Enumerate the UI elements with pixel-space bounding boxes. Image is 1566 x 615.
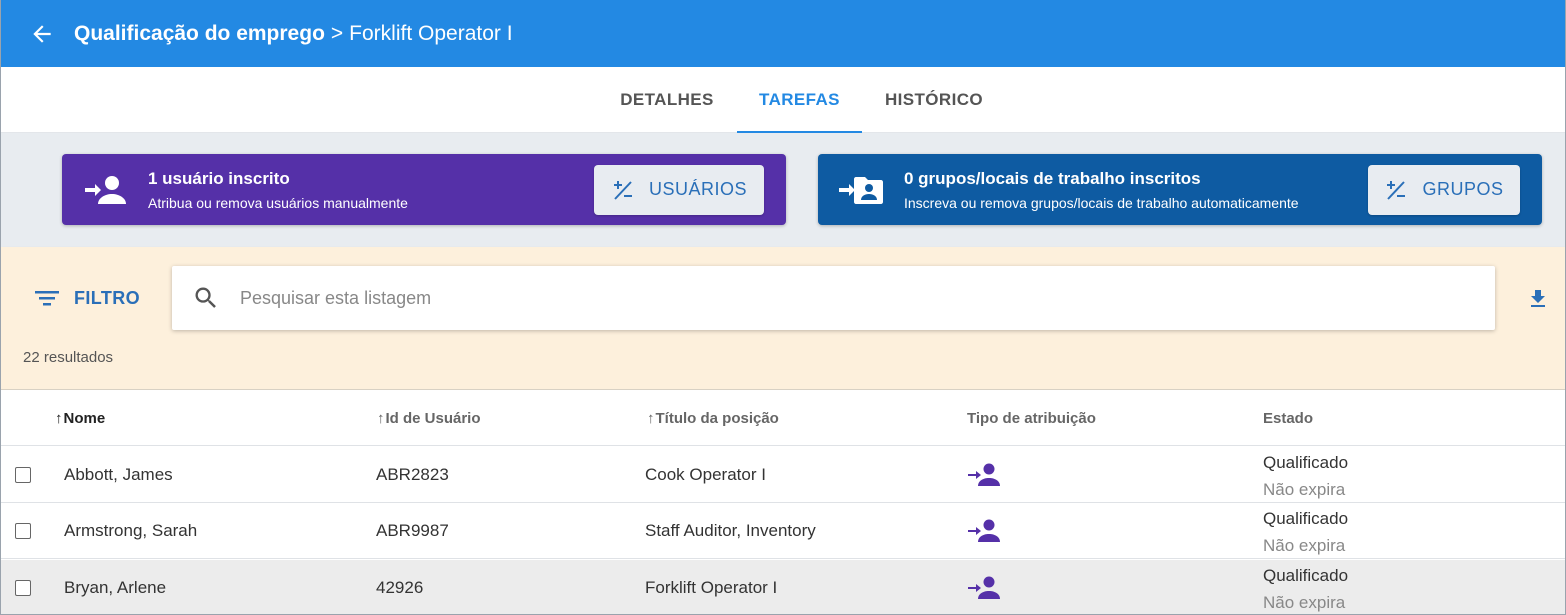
expiry-text: Não expira bbox=[1263, 480, 1346, 499]
manage-groups-label: GRUPOS bbox=[1422, 179, 1504, 199]
plus-minus-icon bbox=[1387, 180, 1406, 200]
cell-status: Qualificado Não expira bbox=[1263, 509, 1348, 556]
cell-name: Armstrong, Sarah bbox=[64, 521, 198, 540]
users-enrolled-title: 1 usuário inscrito bbox=[148, 168, 290, 188]
cell-user-id: ABR9987 bbox=[376, 521, 449, 540]
search-box bbox=[172, 266, 1495, 330]
groups-enrolled-card: 0 grupos/locais de trabalho inscritos In… bbox=[818, 154, 1542, 225]
cell-position: Forklift Operator I bbox=[645, 578, 778, 597]
breadcrumb-current: Forklift Operator I bbox=[349, 21, 513, 45]
cell-status: Qualificado Não expira bbox=[1263, 453, 1348, 500]
groups-enrolled-subtitle: Inscreva ou remova grupos/locais de trab… bbox=[904, 194, 1299, 211]
cell-position: Cook Operator I bbox=[645, 465, 766, 484]
plus-minus-icon bbox=[613, 180, 632, 200]
table-row[interactable]: Abbott, James ABR2823 Cook Operator I Qu… bbox=[1, 447, 1565, 503]
back-arrow-icon[interactable] bbox=[26, 18, 58, 50]
person-add-icon bbox=[967, 560, 1001, 614]
status-text: Qualificado bbox=[1263, 453, 1349, 472]
filter-button[interactable]: FILTRO bbox=[34, 283, 140, 313]
folder-person-icon bbox=[818, 173, 904, 207]
sort-arrow-icon: ↑ bbox=[55, 409, 63, 427]
tab-historico[interactable]: HISTÓRICO bbox=[863, 67, 1005, 133]
row-checkbox[interactable] bbox=[15, 523, 31, 539]
cell-name: Bryan, Arlene bbox=[64, 578, 167, 597]
person-add-icon bbox=[967, 503, 1001, 559]
tab-detalhes[interactable]: DETALHES bbox=[598, 67, 736, 133]
search-icon bbox=[172, 284, 240, 312]
column-header-nome[interactable]: ↑ Nome bbox=[55, 390, 105, 446]
breadcrumb: Qualificação do emprego > Forklift Opera… bbox=[74, 22, 513, 46]
column-header-label: Estado bbox=[1263, 409, 1314, 427]
filter-bar: FILTRO 22 resultados bbox=[1, 247, 1565, 390]
column-header-titulo-posicao[interactable]: ↑ Título da posição bbox=[647, 390, 779, 446]
cell-position: Staff Auditor, Inventory bbox=[645, 521, 816, 540]
tab-bar: DETALHES TAREFAS HISTÓRICO bbox=[1, 67, 1565, 133]
users-enrolled-card: 1 usuário inscrito Atribua ou remova usu… bbox=[62, 154, 786, 225]
expiry-text: Não expira bbox=[1263, 536, 1346, 555]
cell-user-id: 42926 bbox=[376, 578, 424, 597]
expiry-text: Não expira bbox=[1263, 593, 1346, 612]
enrollment-panel: 1 usuário inscrito Atribua ou remova usu… bbox=[1, 133, 1565, 247]
filter-label: FILTRO bbox=[74, 287, 141, 308]
column-header-estado[interactable]: Estado bbox=[1263, 390, 1313, 446]
person-add-icon bbox=[62, 173, 148, 207]
download-icon[interactable] bbox=[1524, 285, 1552, 313]
search-input[interactable] bbox=[240, 266, 1495, 330]
column-header-label: Tipo de atribuição bbox=[967, 409, 1096, 427]
app-frame: Qualificação do emprego > Forklift Opera… bbox=[0, 0, 1566, 615]
users-enrolled-subtitle: Atribua ou remova usuários manualmente bbox=[148, 194, 408, 211]
sort-arrow-icon: ↑ bbox=[647, 409, 655, 427]
status-text: Qualificado bbox=[1263, 509, 1349, 528]
column-header-label: Nome bbox=[63, 409, 106, 427]
cell-name: Abbott, James bbox=[64, 465, 173, 484]
app-bar: Qualificação do emprego > Forklift Opera… bbox=[1, 0, 1565, 67]
column-header-id-usuario[interactable]: ↑ Id de Usuário bbox=[377, 390, 481, 446]
manage-users-label: USUÁRIOS bbox=[648, 179, 748, 199]
tab-tarefas[interactable]: TAREFAS bbox=[737, 67, 862, 133]
table-row[interactable]: Armstrong, Sarah ABR9987 Staff Auditor, … bbox=[1, 503, 1565, 559]
breadcrumb-separator: > bbox=[330, 21, 344, 45]
column-header-label: Título da posição bbox=[655, 409, 779, 427]
column-header-tipo-atribuicao[interactable]: Tipo de atribuição bbox=[967, 390, 1096, 446]
cell-status: Qualificado Não expira bbox=[1263, 566, 1348, 613]
cell-user-id: ABR2823 bbox=[376, 465, 449, 484]
table-header: ↑ Nome ↑ Id de Usuário ↑ Título da posiç… bbox=[1, 390, 1565, 446]
table-row[interactable]: Bryan, Arlene 42926 Forklift Operator I … bbox=[1, 560, 1565, 614]
results-count: 22 resultados bbox=[23, 349, 114, 366]
status-text: Qualificado bbox=[1263, 566, 1349, 585]
groups-enrolled-title: 0 grupos/locais de trabalho inscritos bbox=[904, 168, 1201, 188]
row-checkbox[interactable] bbox=[15, 467, 31, 483]
column-header-label: Id de Usuário bbox=[385, 409, 481, 427]
row-checkbox[interactable] bbox=[15, 580, 31, 596]
manage-groups-button[interactable]: GRUPOS bbox=[1368, 164, 1520, 215]
filter-icon bbox=[35, 291, 59, 306]
sort-arrow-icon: ↑ bbox=[377, 409, 385, 427]
person-add-icon bbox=[967, 447, 1001, 503]
manage-users-button[interactable]: USUÁRIOS bbox=[594, 164, 764, 215]
breadcrumb-parent[interactable]: Qualificação do emprego bbox=[74, 22, 325, 46]
